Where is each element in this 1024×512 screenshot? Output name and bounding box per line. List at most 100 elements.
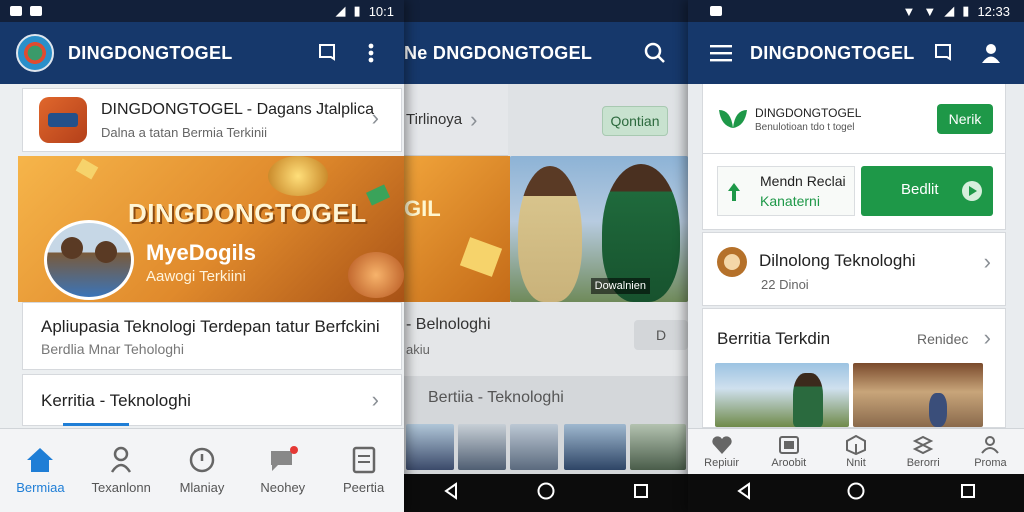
article-card[interactable]: - Belnologhi akiu D: [404, 302, 688, 376]
screen-middle: Ne DNGDONGTOGEL Tirlinoya › Qontian GIL …: [404, 0, 688, 512]
list-row[interactable]: Tirlinoya ›: [404, 84, 508, 156]
nav-item-cube[interactable]: Nnit: [822, 429, 889, 474]
gallery-icon: [778, 435, 799, 454]
bookmark-icon[interactable]: [926, 36, 960, 70]
nav-label: Nnit: [846, 456, 866, 469]
account-icon[interactable]: [974, 36, 1008, 70]
app-bar: DINGDONGTOGEL: [0, 22, 404, 84]
avatar: [44, 220, 134, 300]
article-card[interactable]: Apliupasia Teknologi Terdepan tatur Berf…: [22, 302, 402, 370]
nav-label: Peertia: [342, 480, 385, 495]
recents-icon[interactable]: [632, 482, 650, 505]
home-icon[interactable]: [536, 481, 556, 506]
app-bar: Ne DNGDONGTOGEL: [404, 22, 688, 84]
nav-item-clock[interactable]: Mlaniay: [162, 429, 243, 512]
nav-item-share[interactable]: Berorri: [890, 429, 957, 474]
section-header[interactable]: Bertiia - Teknologhi: [404, 376, 688, 420]
search-icon[interactable]: [638, 36, 672, 70]
article-title: - Belnologhi: [406, 316, 491, 333]
nav-item-home[interactable]: Bermiaa: [0, 429, 81, 512]
app-info-card[interactable]: DINGDONGTOGEL - Dagans Jtalplica Dalna a…: [22, 88, 402, 152]
status-right: ◢ ▮ 10:1: [336, 3, 394, 19]
home-icon[interactable]: [846, 481, 866, 506]
back-icon[interactable]: [735, 481, 753, 505]
nav-item-profile[interactable]: Proma: [957, 429, 1024, 474]
chat-bubble-icon: [270, 446, 298, 471]
notification-icon: [710, 6, 722, 16]
app-info-title: DINGDONGTOGEL - Dagans Jtalplica: [101, 101, 374, 118]
news-photo[interactable]: [853, 363, 983, 427]
nav-item-profile[interactable]: Texanlonn: [81, 429, 162, 512]
chevron-right-icon: ›: [371, 105, 379, 130]
article-title: Apliupasia Teknologi Terdepan tatur Berf…: [41, 317, 380, 336]
section-title: Bertiia - Teknologhi: [428, 389, 564, 406]
promo-box[interactable]: Mendn Reclai Kanaterni: [717, 166, 855, 216]
screen-right: ▼ ▼ ◢ ▮ 12:33 DINGDONGTOGEL DINGDONGTOGE…: [688, 0, 1024, 512]
nav-item-favorites[interactable]: Repiuir: [688, 429, 755, 474]
signal-icon: ◢: [335, 3, 346, 18]
menu-icon[interactable]: [704, 36, 738, 70]
wifi-icon: ▼: [902, 3, 916, 19]
bottom-nav: Repiuir Aroobit Nnit Berorri Proma: [688, 428, 1024, 474]
back-icon[interactable]: [442, 481, 460, 505]
coins-decoration: [348, 252, 404, 298]
notification-icon: [30, 6, 42, 16]
thumbnail[interactable]: [564, 424, 626, 470]
status-bar: [404, 0, 688, 22]
more-vert-icon[interactable]: [354, 36, 388, 70]
play-icon: [962, 181, 982, 201]
banner[interactable]: DINGDONGTOGEL MyeDogils Aawogi Terkiini: [18, 156, 404, 302]
chip-area: Qontian: [508, 84, 688, 156]
bookmark-icon[interactable]: [310, 36, 344, 70]
row-label: Tirlinoya: [406, 111, 463, 128]
document-icon: [352, 446, 375, 474]
notification-icon: [10, 6, 22, 16]
system-nav-bar: [404, 474, 688, 512]
chip-button[interactable]: Qontian: [602, 106, 668, 136]
news-title: Berritia Terkdin: [717, 329, 831, 348]
clock-text: 10:1: [368, 3, 394, 19]
thumbnail[interactable]: [458, 424, 506, 470]
nav-label: Bermiaa: [16, 480, 65, 495]
app-title: Ne DNGDONGTOGEL: [404, 42, 593, 63]
toggle-button[interactable]: D: [634, 320, 688, 350]
brand-button[interactable]: Nerik: [937, 104, 993, 134]
news-photo: Dowalnien: [510, 156, 688, 302]
section-header[interactable]: Kerritia - Teknologhi ›: [22, 374, 402, 426]
promo-button[interactable]: Bedlit: [861, 166, 993, 216]
news-more-link[interactable]: Renidec: [917, 331, 968, 347]
wifi-icon: ▼: [923, 3, 937, 19]
app-info-subtitle: Dalna a tatan Bermia Terkinii: [101, 125, 267, 140]
recents-icon[interactable]: [959, 482, 977, 505]
nav-item-news[interactable]: Peertia: [323, 429, 404, 512]
heart-icon: [711, 435, 732, 454]
list-item[interactable]: Dilnolong Teknologhi 22 Dinoi ›: [702, 232, 1006, 306]
news-photo[interactable]: [715, 363, 849, 427]
cube-icon: [846, 434, 866, 455]
section-title: Kerritia - Teknologhi: [41, 391, 191, 410]
nav-item-messages[interactable]: Neohey: [242, 429, 323, 512]
nav-item-media[interactable]: Aroobit: [755, 429, 822, 474]
nav-label: Mlaniay: [179, 480, 225, 495]
section-underline: [63, 423, 129, 426]
signal-icon: ◢: [944, 3, 955, 18]
banner-text: GIL: [404, 196, 441, 221]
app-bar: DINGDONGTOGEL: [688, 22, 1024, 84]
clock-icon: [189, 447, 215, 473]
thumbnail[interactable]: [510, 424, 558, 470]
thumbnail[interactable]: [630, 424, 686, 470]
promo-button-label: Bedlit: [901, 181, 939, 198]
thumbnail[interactable]: [406, 424, 454, 470]
list-item-title: Dilnolong Teknologhi: [759, 251, 916, 270]
bottom-nav: Bermiaa Texanlonn Mlaniay Neohey Peertia: [0, 428, 404, 512]
app-thumb-icon: [39, 97, 87, 143]
app-logo-icon[interactable]: [16, 34, 54, 72]
photo-caption: Dowalnien: [590, 278, 650, 294]
nav-label: Aroobit: [771, 456, 807, 469]
arrow-up-icon: [728, 183, 740, 201]
system-nav-bar: [688, 474, 1024, 512]
nav-label: Repiuir: [704, 456, 740, 469]
battery-icon: ▮: [353, 3, 361, 18]
article-subtitle: akiu: [406, 342, 430, 357]
app-title: DINGDONGTOGEL: [68, 42, 233, 63]
